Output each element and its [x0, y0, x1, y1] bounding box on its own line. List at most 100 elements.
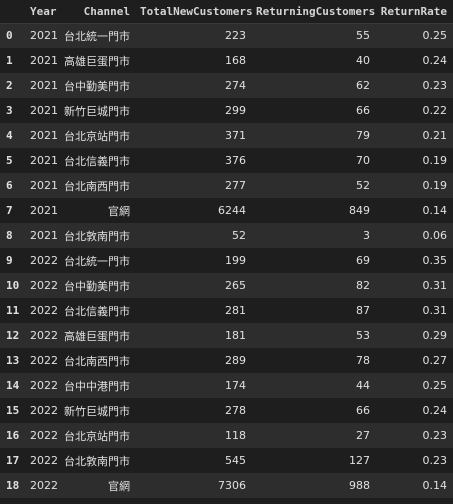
cell-total-new-customers: 281	[225, 304, 246, 317]
cell-channel: 高雄巨蛋門市	[64, 329, 130, 343]
cell-total-new-customers: 6244	[218, 204, 246, 217]
header-year: Year	[26, 0, 60, 24]
row-index: 15	[6, 404, 20, 417]
table-row: 10 2022 台中勤美門市 265 82 0.31	[0, 273, 453, 298]
cell-returning-customers: 988	[349, 479, 370, 492]
table-row: 18 2022 官網 7306 988 0.14	[0, 473, 453, 498]
cell-total-new-customers: 199	[225, 254, 246, 267]
cell-returning-customers: 52	[356, 179, 370, 192]
cell-year: 2022	[30, 404, 58, 417]
cell-year: 2022	[30, 279, 58, 292]
cell-channel: 台北敦南門市	[64, 454, 130, 468]
row-index: 7	[6, 204, 13, 217]
cell-returning-customers: 127	[349, 454, 370, 467]
header-return-rate: ReturnRate	[376, 0, 453, 24]
cell-total-new-customers: 278	[225, 404, 246, 417]
cell-total-new-customers: 168	[225, 54, 246, 67]
cell-channel: 台中勤美門市	[64, 79, 130, 93]
row-index: 16	[6, 429, 20, 442]
table-row: 9 2022 台北統一門市 199 69 0.35	[0, 248, 453, 273]
table-body: 0 2021 台北統一門市 223 55 0.25 1 2021 高雄巨蛋門市 168 40 0.24…	[0, 23, 453, 498]
cell-channel: 台北信義門市	[64, 304, 130, 318]
cell-return-rate: 0.24	[422, 404, 448, 417]
table-row: 5 2021 台北信義門市 376 70 0.19	[0, 148, 453, 173]
cell-returning-customers: 27	[356, 429, 370, 442]
row-index: 12	[6, 329, 20, 342]
cell-return-rate: 0.25	[422, 379, 448, 392]
cell-total-new-customers: 299	[225, 104, 246, 117]
cell-return-rate: 0.06	[422, 229, 448, 242]
table-row: 1 2021 高雄巨蛋門市 168 40 0.24	[0, 48, 453, 73]
row-index: 9	[6, 254, 13, 267]
cell-return-rate: 0.31	[422, 304, 448, 317]
cell-channel: 台北京站門市	[64, 429, 130, 443]
cell-channel: 新竹巨城門市	[64, 404, 130, 418]
row-index: 8	[6, 229, 13, 242]
cell-year: 2022	[30, 304, 58, 317]
table-row: 13 2022 台北南西門市 289 78 0.27	[0, 348, 453, 373]
cell-return-rate: 0.22	[422, 104, 448, 117]
cell-return-rate: 0.19	[422, 179, 448, 192]
cell-returning-customers: 62	[356, 79, 370, 92]
cell-return-rate: 0.24	[422, 54, 448, 67]
cell-returning-customers: 44	[356, 379, 370, 392]
cell-returning-customers: 69	[356, 254, 370, 267]
row-index: 6	[6, 179, 13, 192]
cell-channel: 台北統一門市	[64, 29, 130, 43]
cell-total-new-customers: 181	[225, 329, 246, 342]
row-index: 1	[6, 54, 13, 67]
table-row: 2 2021 台中勤美門市 274 62 0.23	[0, 73, 453, 98]
cell-returning-customers: 82	[356, 279, 370, 292]
cell-year: 2022	[30, 379, 58, 392]
cell-returning-customers: 66	[356, 404, 370, 417]
cell-return-rate: 0.29	[422, 329, 448, 342]
cell-total-new-customers: 174	[225, 379, 246, 392]
table-row: 11 2022 台北信義門市 281 87 0.31	[0, 298, 453, 323]
header-total-new-customers: TotalNewCustomers	[136, 0, 252, 24]
cell-channel: 台中勤美門市	[64, 279, 130, 293]
cell-total-new-customers: 52	[232, 229, 246, 242]
cell-return-rate: 0.25	[422, 29, 448, 43]
cell-returning-customers: 55	[356, 29, 370, 43]
table-row: 8 2021 台北敦南門市 52 3 0.06	[0, 223, 453, 248]
cell-returning-customers: 3	[363, 229, 370, 242]
cell-channel: 高雄巨蛋門市	[64, 54, 130, 68]
row-index: 3	[6, 104, 13, 117]
cell-return-rate: 0.19	[422, 154, 448, 167]
table-row: 14 2022 台中中港門市 174 44 0.25	[0, 373, 453, 398]
cell-year: 2021	[30, 179, 58, 192]
dataframe-table: Year Channel TotalNewCustomers Returning…	[0, 0, 453, 498]
cell-returning-customers: 78	[356, 354, 370, 367]
table-row: 0 2021 台北統一門市 223 55 0.25	[0, 23, 453, 48]
header-channel: Channel	[60, 0, 136, 24]
cell-return-rate: 0.14	[422, 479, 448, 492]
cell-channel: 官網	[108, 204, 130, 218]
cell-year: 2022	[30, 429, 58, 442]
cell-total-new-customers: 274	[225, 79, 246, 92]
cell-returning-customers: 70	[356, 154, 370, 167]
header-index	[0, 0, 26, 24]
header-returning-customers: ReturningCustomers	[252, 0, 376, 24]
table-row: 16 2022 台北京站門市 118 27 0.23	[0, 423, 453, 448]
cell-total-new-customers: 289	[225, 354, 246, 367]
cell-total-new-customers: 7306	[218, 479, 246, 492]
cell-year: 2022	[30, 254, 58, 267]
cell-returning-customers: 66	[356, 104, 370, 117]
cell-returning-customers: 79	[356, 129, 370, 142]
row-index: 2	[6, 79, 13, 92]
cell-total-new-customers: 545	[225, 454, 246, 467]
cell-returning-customers: 40	[356, 54, 370, 67]
cell-total-new-customers: 265	[225, 279, 246, 292]
row-index: 0	[6, 29, 13, 43]
row-index: 14	[6, 379, 20, 392]
cell-channel: 新竹巨城門市	[64, 104, 130, 118]
table-row: 15 2022 新竹巨城門市 278 66 0.24	[0, 398, 453, 423]
cell-channel: 台中中港門市	[64, 379, 130, 393]
cell-year: 2022	[30, 454, 58, 467]
cell-year: 2021	[30, 154, 58, 167]
table-row: 6 2021 台北南西門市 277 52 0.19	[0, 173, 453, 198]
cell-total-new-customers: 223	[225, 29, 246, 43]
cell-total-new-customers: 118	[225, 429, 246, 442]
row-index: 4	[6, 129, 13, 142]
cell-year: 2021	[30, 54, 58, 67]
